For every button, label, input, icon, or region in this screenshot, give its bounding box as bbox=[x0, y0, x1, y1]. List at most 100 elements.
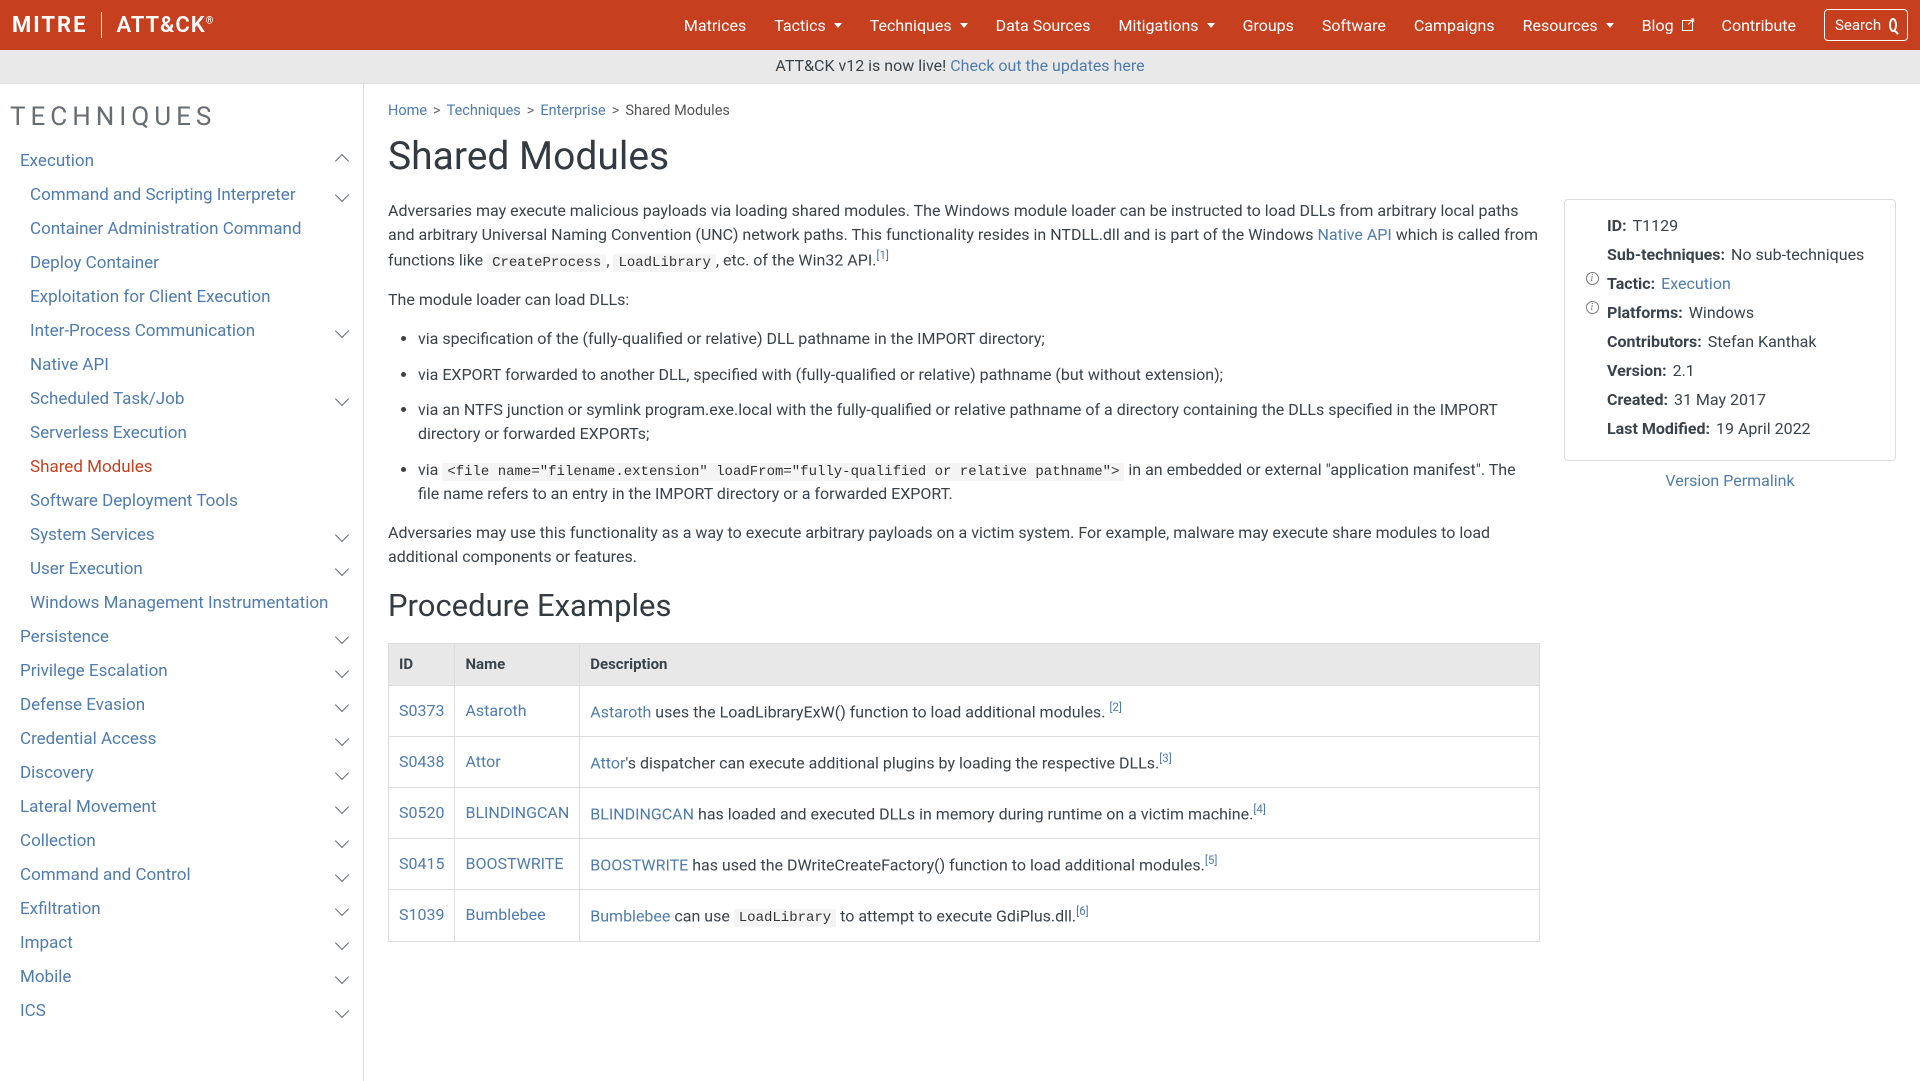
list-item: via <file name="filename.extension" load… bbox=[418, 458, 1540, 506]
citation-link[interactable]: [3] bbox=[1159, 751, 1172, 765]
version-permalink[interactable]: Version Permalink bbox=[1665, 471, 1794, 490]
software-name-link[interactable]: BOOSTWRITE bbox=[465, 854, 563, 873]
sidebar-item-serverless-execution[interactable]: Serverless Execution bbox=[0, 416, 363, 450]
nav-item-techniques[interactable]: Techniques bbox=[856, 8, 982, 43]
breadcrumb-link[interactable]: Enterprise bbox=[540, 102, 605, 119]
sidebar-item-persistence[interactable]: Persistence bbox=[0, 620, 363, 654]
sidebar-item-label[interactable]: System Services bbox=[30, 525, 155, 545]
banner-link[interactable]: Check out the updates here bbox=[950, 56, 1144, 75]
software-link[interactable]: BOOSTWRITE bbox=[590, 855, 688, 874]
sidebar-item-label[interactable]: Deploy Container bbox=[30, 253, 159, 273]
nav-item-contribute[interactable]: Contribute bbox=[1708, 8, 1810, 43]
sidebar-item-label[interactable]: Scheduled Task/Job bbox=[30, 389, 184, 409]
sidebar-item-lateral-movement[interactable]: Lateral Movement bbox=[0, 790, 363, 824]
software-link[interactable]: Attor bbox=[590, 753, 625, 772]
nav-item-mitigations[interactable]: Mitigations bbox=[1105, 8, 1229, 43]
nav-item-tactics[interactable]: Tactics bbox=[760, 8, 856, 43]
info-tactic-value[interactable]: Execution bbox=[1661, 272, 1731, 296]
chevron-down-icon bbox=[335, 698, 349, 712]
sidebar-item-label[interactable]: Native API bbox=[30, 355, 109, 375]
sidebar-item-label[interactable]: Command and Control bbox=[20, 865, 191, 885]
sidebar-item-label[interactable]: Impact bbox=[20, 933, 73, 953]
sidebar-item-deploy-container[interactable]: Deploy Container bbox=[0, 246, 363, 280]
sidebar-item-label[interactable]: Persistence bbox=[20, 627, 109, 647]
sidebar-item-label[interactable]: Privilege Escalation bbox=[20, 661, 168, 681]
sidebar-item-credential-access[interactable]: Credential Access bbox=[0, 722, 363, 756]
sidebar-item-mobile[interactable]: Mobile bbox=[0, 960, 363, 994]
sidebar-item-scheduled-task-job[interactable]: Scheduled Task/Job bbox=[0, 382, 363, 416]
sidebar-item-ics[interactable]: ICS bbox=[0, 994, 363, 1028]
col-description: Description bbox=[580, 644, 1540, 685]
sidebar-item-label[interactable]: Credential Access bbox=[20, 729, 156, 749]
sidebar-item-shared-modules[interactable]: Shared Modules bbox=[0, 450, 363, 484]
breadcrumb-link[interactable]: Home bbox=[388, 102, 427, 119]
software-name-link[interactable]: Astaroth bbox=[465, 701, 526, 720]
native-api-link[interactable]: Native API bbox=[1318, 225, 1392, 244]
nav-item-resources[interactable]: Resources bbox=[1509, 8, 1628, 43]
software-id-link[interactable]: S0438 bbox=[399, 752, 444, 771]
sidebar-item-command-and-control[interactable]: Command and Control bbox=[0, 858, 363, 892]
sidebar-item-inter-process-communication[interactable]: Inter-Process Communication bbox=[0, 314, 363, 348]
sidebar-item-defense-evasion[interactable]: Defense Evasion bbox=[0, 688, 363, 722]
sidebar-item-system-services[interactable]: System Services bbox=[0, 518, 363, 552]
sidebar-item-native-api[interactable]: Native API bbox=[0, 348, 363, 382]
sidebar-item-label[interactable]: Windows Management Instrumentation bbox=[30, 593, 328, 613]
search-box[interactable]: Search bbox=[1824, 9, 1908, 41]
chevron-down-icon bbox=[335, 970, 349, 984]
nav-item-software[interactable]: Software bbox=[1308, 8, 1400, 43]
software-name-link[interactable]: BLINDINGCAN bbox=[465, 803, 569, 822]
software-name-link[interactable]: Bumblebee bbox=[465, 905, 545, 924]
info-sub-value: No sub-techniques bbox=[1731, 243, 1864, 267]
software-name-link[interactable]: Attor bbox=[465, 752, 500, 771]
sidebar-item-collection[interactable]: Collection bbox=[0, 824, 363, 858]
sidebar-item-label[interactable]: Shared Modules bbox=[30, 457, 153, 477]
sidebar-item-container-administration-command[interactable]: Container Administration Command bbox=[0, 212, 363, 246]
sidebar-item-label[interactable]: Software Deployment Tools bbox=[30, 491, 238, 511]
nav-item-campaigns[interactable]: Campaigns bbox=[1400, 8, 1509, 43]
sidebar-item-impact[interactable]: Impact bbox=[0, 926, 363, 960]
sidebar-item-discovery[interactable]: Discovery bbox=[0, 756, 363, 790]
sidebar-item-label[interactable]: Execution bbox=[20, 151, 94, 171]
sidebar-item-label[interactable]: Command and Scripting Interpreter bbox=[30, 185, 296, 205]
nav-item-groups[interactable]: Groups bbox=[1229, 8, 1308, 43]
software-id-link[interactable]: S0520 bbox=[399, 803, 444, 822]
sidebar-item-label[interactable]: Discovery bbox=[20, 763, 94, 783]
software-id-link[interactable]: S1039 bbox=[399, 905, 444, 924]
sidebar-item-label[interactable]: Inter-Process Communication bbox=[30, 321, 255, 341]
sidebar-item-label[interactable]: Collection bbox=[20, 831, 96, 851]
sidebar-item-label[interactable]: Lateral Movement bbox=[20, 797, 156, 817]
citation-link[interactable]: [6] bbox=[1076, 904, 1089, 918]
sidebar-item-windows-management-instrumentation[interactable]: Windows Management Instrumentation bbox=[0, 586, 363, 620]
sidebar-item-label[interactable]: Serverless Execution bbox=[30, 423, 187, 443]
citation-link[interactable]: [4] bbox=[1253, 802, 1266, 816]
sidebar-item-user-execution[interactable]: User Execution bbox=[0, 552, 363, 586]
sidebar-item-privilege-escalation[interactable]: Privilege Escalation bbox=[0, 654, 363, 688]
sidebar-item-label[interactable]: ICS bbox=[20, 1001, 46, 1021]
citation-1[interactable]: [1] bbox=[876, 248, 889, 262]
sidebar-item-label[interactable]: Mobile bbox=[20, 967, 71, 987]
sidebar-item-execution[interactable]: Execution bbox=[0, 144, 363, 178]
software-id-link[interactable]: S0415 bbox=[399, 854, 444, 873]
sidebar-item-software-deployment-tools[interactable]: Software Deployment Tools bbox=[0, 484, 363, 518]
logo[interactable]: MITRE ATT&CK® bbox=[12, 12, 215, 38]
nav-item-matrices[interactable]: Matrices bbox=[670, 8, 760, 43]
sidebar-item-command-and-scripting-interpreter[interactable]: Command and Scripting Interpreter bbox=[0, 178, 363, 212]
software-link[interactable]: Bumblebee bbox=[590, 906, 670, 925]
sidebar-item-label[interactable]: Exfiltration bbox=[20, 899, 101, 919]
software-link[interactable]: BLINDINGCAN bbox=[590, 804, 694, 823]
nav-item-blog[interactable]: Blog bbox=[1628, 8, 1708, 43]
nav-item-data-sources[interactable]: Data Sources bbox=[982, 8, 1105, 43]
sidebar-item-label[interactable]: Exploitation for Client Execution bbox=[30, 287, 271, 307]
sidebar-item-label[interactable]: Container Administration Command bbox=[30, 219, 302, 239]
code-createprocess: CreateProcess bbox=[487, 254, 606, 272]
software-id-link[interactable]: S0373 bbox=[399, 701, 444, 720]
breadcrumb-link[interactable]: Techniques bbox=[447, 102, 521, 119]
sidebar-item-exploitation-for-client-execution[interactable]: Exploitation for Client Execution bbox=[0, 280, 363, 314]
sidebar-item-exfiltration[interactable]: Exfiltration bbox=[0, 892, 363, 926]
software-link[interactable]: Astaroth bbox=[590, 702, 651, 721]
sidebar-item-label[interactable]: Defense Evasion bbox=[20, 695, 145, 715]
sidebar-item-label[interactable]: User Execution bbox=[30, 559, 143, 579]
main-content: Home>Techniques>Enterprise>Shared Module… bbox=[364, 84, 1920, 1081]
citation-link[interactable]: [2] bbox=[1109, 700, 1122, 714]
citation-link[interactable]: [5] bbox=[1205, 853, 1218, 867]
